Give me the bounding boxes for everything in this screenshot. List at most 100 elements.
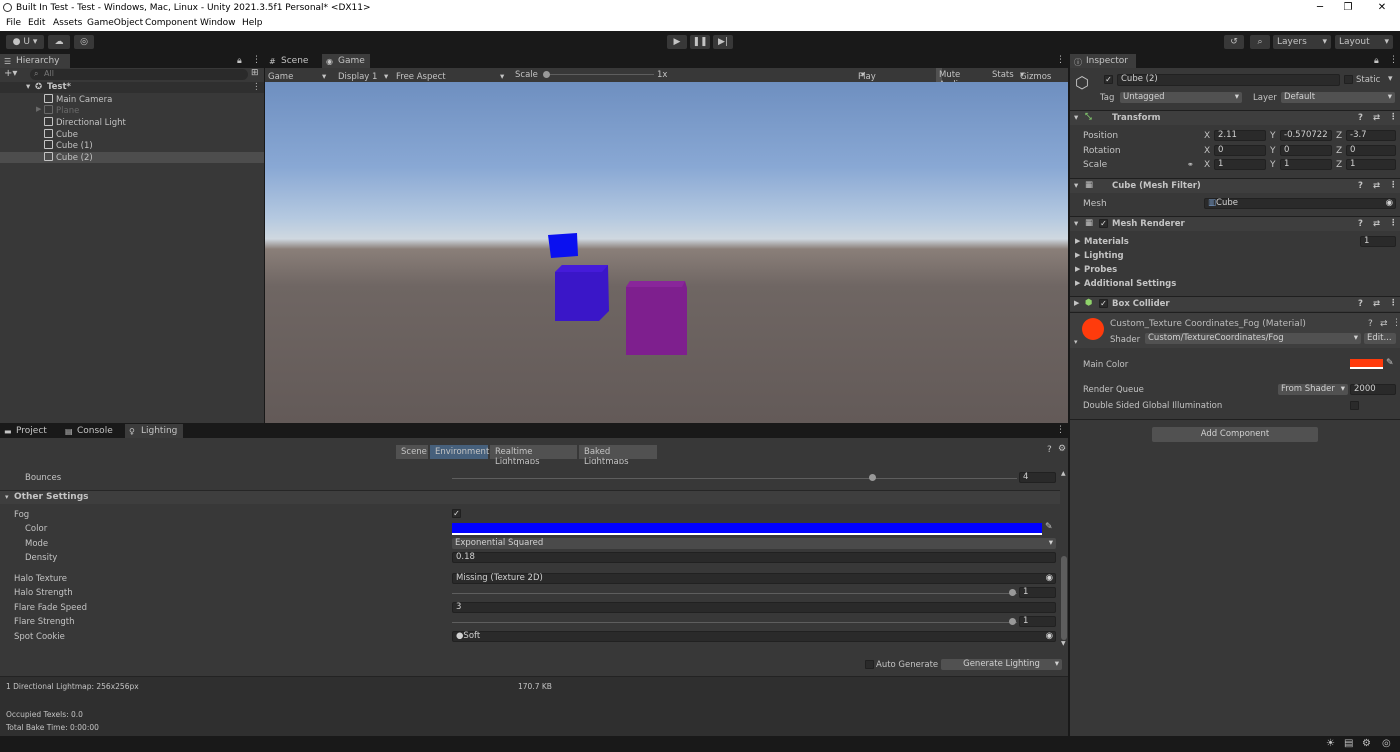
game-viewport[interactable] (265, 82, 1068, 423)
halo-strength-slider-track[interactable] (452, 593, 1017, 594)
preset-icon[interactable]: ⇄ (1373, 181, 1380, 191)
kebab-menu-icon[interactable]: ⋮ (1389, 55, 1398, 65)
add-icon[interactable]: +▾ (4, 68, 17, 79)
render-queue-dropdown[interactable]: From Shader ▾ (1278, 384, 1348, 395)
tab-inspector[interactable]: ⓘ Inspector (1070, 54, 1136, 68)
shader-edit-button[interactable]: Edit... (1364, 333, 1396, 344)
help-icon[interactable]: ? (1358, 113, 1363, 123)
object-picker-icon[interactable]: ◉ (1046, 632, 1053, 641)
link-icon[interactable]: ⚭ (1187, 160, 1194, 169)
fog-mode-dropdown[interactable]: Exponential Squared ▾ (452, 538, 1056, 549)
segment-environment[interactable]: Environment (430, 445, 489, 459)
help-icon[interactable]: ? (1368, 319, 1373, 329)
tab-lighting[interactable]: ♀ Lighting (125, 424, 183, 438)
object-name-field[interactable]: Cube (2) (1117, 74, 1340, 86)
segment-baked-lightmaps[interactable]: Baked Lightmaps (579, 445, 657, 467)
kebab-menu-icon[interactable]: ⋮ (1389, 112, 1398, 122)
bounces-slider-track[interactable] (452, 478, 1017, 479)
object-picker-icon[interactable]: ◉ (1386, 199, 1393, 208)
tag-dropdown[interactable]: Untagged ▾ (1120, 92, 1242, 103)
scrollbar-thumb[interactable] (1061, 556, 1067, 640)
mesh-renderer-header[interactable]: ▾ ▦ ✓ Mesh Renderer ? ⇄ ⋮ (1070, 216, 1400, 231)
rotation-z-field[interactable]: 0 (1346, 145, 1396, 156)
close-button[interactable]: ✕ (1372, 2, 1392, 13)
cube-small[interactable] (548, 233, 578, 258)
menu-edit[interactable]: Edit (28, 18, 45, 28)
layers-dropdown[interactable]: Layers ▾ (1273, 35, 1331, 49)
box-collider-header[interactable]: ▶ ⬢ ✓ Box Collider ? ⇄ ⋮ (1070, 296, 1400, 311)
lock-icon[interactable]: 🔒︎ (1374, 56, 1379, 66)
expand-arrow-icon[interactable]: ▾ (26, 82, 30, 92)
debug-icon[interactable]: ☀ (1326, 738, 1335, 749)
scroll-up-icon[interactable]: ▲ (1061, 470, 1066, 477)
hierarchy-item[interactable]: Directional Light (0, 117, 264, 128)
history-button[interactable]: ↺ (1224, 35, 1244, 49)
preset-icon[interactable]: ⇄ (1373, 219, 1380, 229)
main-color-swatch[interactable] (1350, 359, 1383, 369)
account-button[interactable]: ● U ▾ (6, 35, 44, 49)
scale-x-field[interactable]: 1 (1214, 159, 1266, 170)
lock-icon[interactable]: 🔒︎ (237, 56, 242, 66)
preset-icon[interactable]: ⇄ (1373, 113, 1380, 123)
double-sided-gi-checkbox[interactable] (1350, 401, 1359, 410)
position-x-field[interactable]: 2.11 (1214, 130, 1266, 141)
fog-checkbox[interactable]: ✓ (452, 509, 461, 518)
auto-generate-checkbox[interactable] (865, 660, 874, 669)
scale-z-field[interactable]: 1 (1346, 159, 1396, 170)
render-queue-field[interactable]: 2000 (1350, 384, 1396, 395)
tab-console[interactable]: ▤ Console (61, 424, 123, 438)
gizmos-dropdown[interactable]: Gizmos ▾ (1020, 70, 1051, 82)
tab-project[interactable]: ▬ Project (0, 424, 58, 438)
spot-cookie-field[interactable]: ●Soft ◉ (452, 631, 1056, 642)
flare-strength-field[interactable]: 1 (1019, 616, 1056, 627)
hierarchy-item[interactable]: Cube (1) (0, 140, 264, 151)
help-icon[interactable]: ? (1047, 445, 1052, 455)
help-icon[interactable]: ? (1358, 299, 1363, 309)
cube-middle[interactable] (555, 265, 609, 321)
help-icon[interactable]: ? (1358, 219, 1363, 229)
cube-right[interactable] (626, 281, 687, 355)
layer-dropdown[interactable]: Default ▾ (1281, 92, 1395, 103)
minimize-button[interactable]: ─ (1310, 2, 1330, 13)
box-collider-enabled-checkbox[interactable]: ✓ (1099, 299, 1108, 308)
flare-strength-slider-knob[interactable] (1009, 618, 1016, 625)
fog-color-swatch[interactable] (452, 523, 1042, 535)
search-button[interactable]: ⌕ (1250, 35, 1270, 49)
preset-icon[interactable]: ⇄ (1373, 299, 1380, 309)
maximize-button[interactable]: ❐ (1338, 2, 1358, 13)
mesh-field[interactable]: ▥Cube ◉ (1204, 198, 1396, 209)
kebab-menu-icon[interactable]: ⋮ (1392, 318, 1400, 328)
kebab-menu-icon[interactable]: ⋮ (1389, 298, 1398, 308)
step-button[interactable]: ▶| (713, 35, 733, 49)
other-settings-header[interactable]: ▾ Other Settings (0, 491, 1060, 504)
kebab-menu-icon[interactable]: ⋮ (252, 55, 261, 65)
rotation-y-field[interactable]: 0 (1280, 145, 1332, 156)
kebab-menu-icon[interactable]: ⋮ (1389, 180, 1398, 190)
active-checkbox[interactable]: ✓ (1104, 75, 1113, 84)
scale-slider-track[interactable] (544, 74, 654, 75)
menu-assets[interactable]: Assets (53, 18, 82, 28)
segment-realtime-lightmaps[interactable]: Realtime Lightmaps (490, 445, 577, 467)
fog-density-field[interactable]: 0.18 (452, 552, 1056, 563)
scene-kebab-icon[interactable]: ⋮ (252, 82, 261, 92)
segment-scene[interactable]: Scene (396, 445, 428, 459)
position-z-field[interactable]: -3.7 (1346, 130, 1396, 141)
kebab-menu-icon[interactable]: ⋮ (1056, 55, 1065, 65)
eyedropper-icon[interactable]: ✎ (1386, 358, 1394, 368)
materials-count-field[interactable]: 1 (1360, 236, 1396, 247)
eyedropper-icon[interactable]: ✎ (1045, 522, 1053, 532)
material-header[interactable]: Custom_Texture Coordinates_Fog (Material… (1070, 312, 1400, 348)
halo-strength-slider-knob[interactable] (1009, 589, 1016, 596)
help-icon[interactable]: ? (1358, 181, 1363, 191)
play-focused-dropdown[interactable]: Play Focused ▾ (858, 70, 893, 92)
mesh-renderer-enabled-checkbox[interactable]: ✓ (1099, 219, 1108, 228)
hierarchy-item[interactable]: Main Camera (0, 94, 264, 105)
scrollbar[interactable]: ▲ ▼ (1060, 470, 1068, 647)
mute-audio-toggle[interactable]: Mute Audio (936, 68, 963, 90)
kebab-menu-icon[interactable]: ⋮ (1056, 425, 1065, 435)
menu-help[interactable]: Help (242, 18, 263, 28)
tab-hierarchy[interactable]: ☰ Hierarchy (0, 54, 70, 68)
cache-server-icon[interactable]: ▤ (1344, 738, 1353, 749)
scale-y-field[interactable]: 1 (1280, 159, 1332, 170)
tab-scene[interactable]: # Scene (265, 54, 319, 68)
